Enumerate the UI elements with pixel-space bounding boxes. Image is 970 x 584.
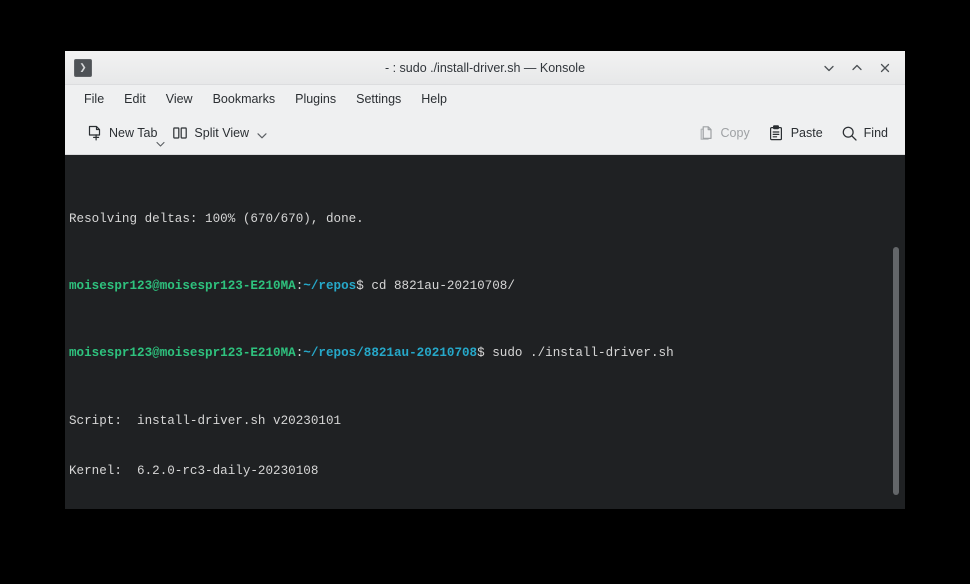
menu-item-settings[interactable]: Settings: [346, 89, 411, 109]
terminal-scrollbar-thumb[interactable]: [893, 247, 899, 495]
menu-item-help[interactable]: Help: [411, 89, 457, 109]
split-view-chevron-down-icon[interactable]: [255, 127, 268, 140]
window-title: - : sudo ./install-driver.sh — Konsole: [384, 60, 586, 75]
terminal-text: Resolving deltas: 100% (670/670), done. …: [65, 160, 905, 509]
terminal-line: Kernel: 6.2.0-rc3-daily-20230108: [69, 464, 319, 479]
maximize-button[interactable]: [845, 56, 869, 80]
menu-item-file[interactable]: File: [74, 89, 114, 109]
split-view-label: Split View: [194, 126, 250, 140]
menu-bar: File Edit View Bookmarks Plugins Setting…: [65, 85, 905, 112]
split-view-button[interactable]: Split View: [164, 121, 275, 146]
new-tab-chevron-down-icon[interactable]: [155, 137, 166, 151]
menu-item-view[interactable]: View: [156, 89, 203, 109]
window-controls: [817, 56, 905, 80]
terminal-line: Resolving deltas: 100% (670/670), done.: [69, 211, 364, 226]
copy-label: Copy: [720, 126, 750, 140]
split-view-icon: [171, 125, 188, 142]
menu-item-plugins[interactable]: Plugins: [285, 89, 346, 109]
search-icon: [841, 125, 858, 142]
paste-icon: [768, 125, 785, 142]
paste-button[interactable]: Paste: [761, 121, 830, 146]
terminal-output-area[interactable]: Resolving deltas: 100% (670/670), done. …: [65, 155, 905, 509]
find-button[interactable]: Find: [834, 121, 895, 146]
terminal-prompt-glyph: ❯: [79, 60, 87, 75]
terminal-line: Script: install-driver.sh v20230101: [69, 413, 342, 428]
konsole-window: ❯ - : sudo ./install-driver.sh — Konsole: [65, 51, 905, 509]
menu-item-edit[interactable]: Edit: [114, 89, 156, 109]
close-icon: [880, 63, 890, 72]
paste-label: Paste: [790, 126, 823, 140]
chevron-down-icon: [824, 65, 834, 71]
new-tab-button[interactable]: New Tab: [79, 121, 165, 147]
toolbar-right-group: Copy Paste Find: [691, 121, 895, 146]
chevron-up-icon: [852, 64, 862, 70]
title-bar[interactable]: ❯ - : sudo ./install-driver.sh — Konsole: [65, 51, 905, 85]
terminal-scrollbar[interactable]: [891, 155, 901, 509]
copy-icon: [698, 125, 715, 142]
terminal-line-prompt: moisespr123@moisespr123-E210MA:~/repos/8…: [69, 346, 674, 361]
new-tab-label: New Tab: [109, 126, 158, 140]
new-tab-icon: [86, 125, 103, 142]
konsole-app-icon: ❯: [74, 58, 92, 77]
toolbar: New Tab Split View Copy Paste Find: [65, 112, 905, 155]
terminal-line-prompt: moisespr123@moisespr123-E210MA:~/repos$ …: [69, 278, 515, 293]
close-button[interactable]: [873, 56, 897, 80]
menu-item-bookmarks[interactable]: Bookmarks: [203, 89, 286, 109]
minimize-button[interactable]: [817, 56, 841, 80]
copy-button[interactable]: Copy: [691, 121, 757, 146]
find-label: Find: [863, 126, 888, 140]
